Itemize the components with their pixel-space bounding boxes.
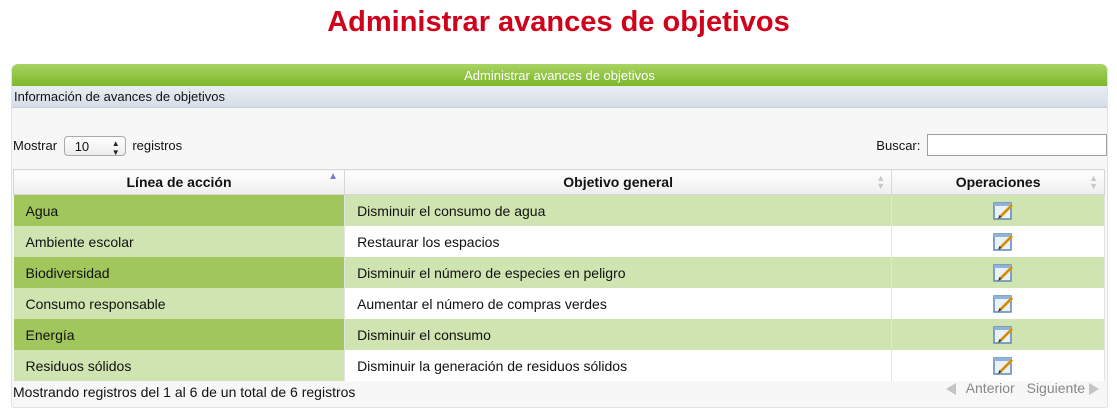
page-size-value: 10 xyxy=(74,138,90,154)
section-title: Información de avances de objetivos xyxy=(12,86,1107,108)
chevron-right-icon xyxy=(1089,383,1099,396)
records-label: registros xyxy=(132,138,183,153)
sort-ascending-icon: ▲ xyxy=(328,171,339,182)
edit-icon[interactable] xyxy=(993,201,1015,221)
cell-objetivo: Disminuir el consumo xyxy=(344,319,893,350)
cell-operaciones xyxy=(891,226,1105,257)
cell-operaciones xyxy=(891,194,1105,226)
objectives-table: Línea de acción ▲ Objetivo general ▲ ▼ Op… xyxy=(12,169,1105,381)
cell-operaciones xyxy=(891,257,1105,288)
edit-icon[interactable] xyxy=(993,356,1015,376)
search-label: Buscar: xyxy=(876,138,921,153)
edit-icon[interactable] xyxy=(993,263,1015,283)
column-header-operaciones[interactable]: Operaciones ▲ ▼ xyxy=(891,169,1105,195)
search-input[interactable] xyxy=(927,134,1107,157)
next-label: Siguiente xyxy=(1026,380,1085,396)
select-arrows-icon: ▲ ▼ xyxy=(111,138,120,157)
page-size-select[interactable]: 10 ▲ ▼ xyxy=(63,135,126,157)
cell-objetivo: Disminuir el consumo de agua xyxy=(344,194,893,226)
cell-linea: Agua xyxy=(13,194,346,226)
objectives-panel: Administrar avances de objetivos Informa… xyxy=(11,64,1108,408)
cell-operaciones xyxy=(891,288,1105,319)
table-header-row: Línea de acción ▲ Objetivo general ▲ ▼ Op… xyxy=(12,169,1105,195)
cell-objetivo: Disminuir el número de especies en pelig… xyxy=(344,257,893,288)
cell-objetivo: Aumentar el número de compras verdes xyxy=(344,288,893,319)
cell-operaciones xyxy=(891,350,1105,381)
previous-label: Anterior xyxy=(965,380,1015,396)
search-control: Buscar: xyxy=(876,134,1107,159)
table-row: Ambiente escolar Restaurar los espacios xyxy=(13,226,1105,257)
cell-linea: Residuos sólidos xyxy=(13,350,346,381)
sort-both-icon: ▲ ▼ xyxy=(876,173,886,191)
edit-icon[interactable] xyxy=(993,232,1015,252)
table-row: Residuos sólidos Disminuir la generación … xyxy=(13,350,1105,381)
previous-page-button[interactable]: Anterior xyxy=(942,380,1015,396)
table-info: Mostrando registros del 1 al 6 de un tot… xyxy=(13,384,356,400)
page-title: Administrar avances de objetivos xyxy=(327,6,790,38)
next-page-button[interactable]: Siguiente xyxy=(1023,380,1099,396)
cell-linea: Energía xyxy=(13,319,346,350)
column-header-linea[interactable]: Línea de acción ▲ xyxy=(12,169,346,195)
column-header-label: Línea de acción xyxy=(126,174,232,190)
cell-operaciones xyxy=(891,319,1105,350)
edit-icon[interactable] xyxy=(993,325,1015,345)
table-row: Biodiversidad Disminuir el número de espe… xyxy=(13,257,1105,288)
table-controls: Mostrar 10 ▲ ▼ registros Buscar: xyxy=(12,134,1107,158)
column-header-label: Objetivo general xyxy=(563,174,673,190)
table-row: Energía Disminuir el consumo xyxy=(13,319,1105,350)
table-row: Agua Disminuir el consumo de agua xyxy=(13,194,1105,226)
show-label: Mostrar xyxy=(13,138,58,153)
pagination: Anterior Siguiente xyxy=(938,380,1099,396)
column-header-label: Operaciones xyxy=(955,174,1041,190)
cell-linea: Ambiente escolar xyxy=(13,226,346,257)
cell-objetivo: Disminuir la generación de residuos sóli… xyxy=(344,350,893,381)
sort-both-icon: ▲ ▼ xyxy=(1089,173,1098,191)
cell-linea: Biodiversidad xyxy=(13,257,346,288)
cell-linea: Consumo responsable xyxy=(13,288,346,319)
chevron-left-icon xyxy=(945,383,956,396)
page-size-control: Mostrar 10 ▲ ▼ registros xyxy=(13,134,182,158)
cell-objetivo: Restaurar los espacios xyxy=(344,226,893,257)
column-header-objetivo[interactable]: Objetivo general ▲ ▼ xyxy=(344,169,893,195)
panel-header: Administrar avances de objetivos xyxy=(12,64,1107,86)
edit-icon[interactable] xyxy=(993,294,1015,314)
table-row: Consumo responsable Aumentar el número de… xyxy=(13,288,1105,319)
